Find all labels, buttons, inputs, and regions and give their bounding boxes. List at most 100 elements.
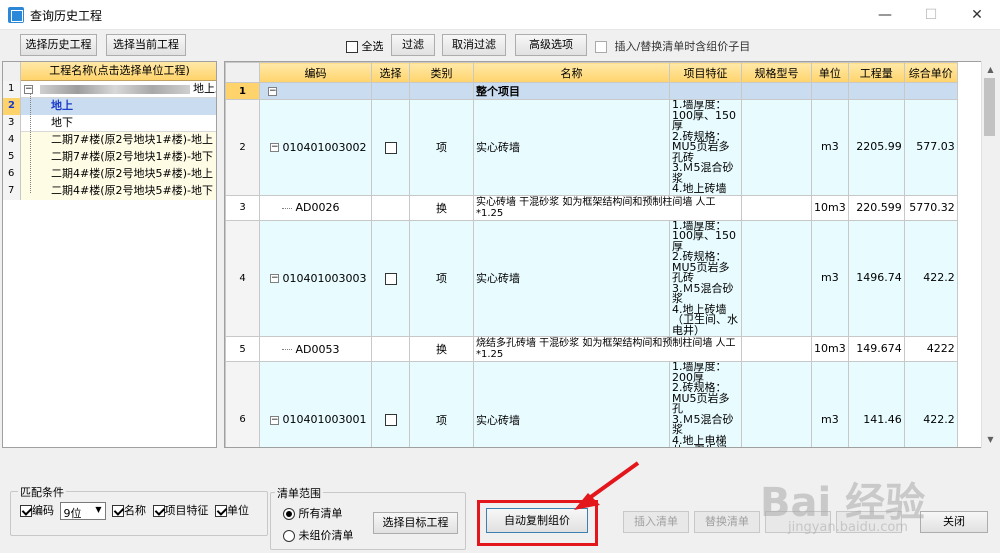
tree-row[interactable]: 3 地下 [3, 115, 216, 132]
col-header-spec[interactable]: 规格型号 [741, 62, 812, 83]
collapse-icon[interactable]: − [270, 274, 279, 284]
scrollbar-thumb[interactable] [984, 78, 995, 136]
list-scope-legend: 清单范围 [275, 485, 323, 501]
collapse-icon[interactable]: − [270, 143, 279, 153]
row-unit: m3 [811, 99, 849, 196]
col-header-feature[interactable]: 项目特征 [669, 62, 742, 83]
row-number: 1 [225, 82, 260, 100]
select-all-label: 全选 [361, 40, 384, 53]
window-close-button[interactable]: ✕ [954, 0, 1000, 30]
tree-row[interactable]: 5 二期7#楼(原2号地块1#楼)-地下 [3, 149, 216, 166]
col-header-price[interactable]: 综合单价 [903, 62, 958, 83]
col-header-code[interactable]: 编码 [259, 62, 372, 83]
chevron-down-icon[interactable]: ▼ [95, 505, 101, 514]
row-type: 项 [409, 361, 474, 447]
tree-row[interactable]: 2 地上 [3, 98, 216, 115]
match-code-checkbox[interactable] [20, 505, 32, 517]
row-type: 换 [409, 194, 474, 221]
tree-row-num: 6 [3, 166, 21, 183]
app-icon [8, 7, 24, 23]
digits-select[interactable]: 9位 ▼ [59, 502, 106, 520]
tree-row-label: 地上工 [193, 82, 216, 95]
insert-replace-checkbox[interactable]: 插入/替换清单时含组价子目 [595, 38, 750, 54]
col-header-type[interactable]: 类别 [409, 62, 474, 83]
row-code-cell: AD0053 [259, 336, 372, 362]
match-name-label: 名称 [124, 504, 146, 517]
tree-row-label[interactable]: 二期4#楼(原2号地块5#楼)-地上 [21, 166, 216, 183]
row-number: 4 [225, 219, 260, 337]
select-all-checkbox[interactable]: 全选 [346, 38, 384, 54]
scope-all-radio-dot[interactable] [283, 508, 295, 520]
tree-corner [3, 62, 21, 81]
filter-button[interactable]: 过滤 [391, 34, 435, 56]
row-select-checkbox[interactable] [384, 414, 397, 427]
row-name: 烧结多孔砖墙 干混砂浆 如为框架结构间和预制柱间墙 人工*1.25 [473, 336, 742, 362]
row-select-checkbox[interactable] [384, 141, 397, 154]
match-feature-checkbox[interactable] [152, 505, 165, 517]
row-number: 3 [225, 194, 260, 221]
tree-row[interactable]: 7 二期4#楼(原2号地块5#楼)-地下 [3, 183, 216, 200]
table-row[interactable]: 1 − 整个项目 [225, 82, 958, 100]
maximize-button[interactable]: ☐ [908, 0, 954, 30]
select-all-box[interactable] [346, 41, 358, 53]
match-unit-checkbox[interactable] [215, 505, 227, 517]
collapse-icon[interactable]: − [270, 415, 279, 425]
watermark-url: jingyan.baidu.com [788, 520, 908, 535]
row-unit: 10m3 [811, 194, 849, 221]
row-select-cell[interactable] [371, 361, 410, 447]
tree-line [282, 207, 292, 209]
scope-unpriced-radio-dot[interactable] [283, 530, 295, 542]
tree-row-label[interactable]: 二期4#楼(原2号地块5#楼)-地下 [21, 183, 216, 200]
tree-row-label[interactable]: 地下 [21, 115, 216, 132]
advanced-options-button[interactable]: 高级选项 [515, 34, 587, 56]
col-header-qty[interactable]: 工程量 [847, 62, 905, 83]
match-options-row: 编码 9位 ▼ 名称 项目特征 单位 [20, 502, 249, 520]
row-code: AD0053 [295, 342, 340, 356]
col-header-unit[interactable]: 单位 [811, 62, 849, 83]
minimize-button[interactable]: — [862, 0, 908, 30]
row-type: 项 [409, 99, 474, 196]
tree-row-label[interactable]: 地上 [21, 98, 216, 115]
row-code-cell: − 010401003003 [259, 219, 372, 337]
tree-row-num: 5 [3, 149, 21, 166]
tree-row-label[interactable]: 二期7#楼(原2号地块1#楼)-地上 [21, 132, 216, 149]
tree-row-label[interactable]: 二期7#楼(原2号地块1#楼)-地下 [21, 149, 216, 166]
insert-replace-box[interactable] [595, 41, 607, 53]
match-unit-label: 单位 [227, 504, 249, 517]
table-row[interactable]: 6 − 010401003001 项 实心砖墙 1.墙厚度：200厚 2.砖规格：… [225, 361, 958, 447]
bill-table: 编码 选择 类别 名称 项目特征 规格型号 单位 工程量 综合单价 1 − 整个… [225, 62, 958, 447]
match-name-checkbox[interactable] [112, 505, 124, 517]
table-row[interactable]: 5 AD0053 换 烧结多孔砖墙 干混砂浆 如为框架结构间和预制柱间墙 人工*… [225, 336, 958, 362]
tree-row-cell[interactable]: − 地上工 [21, 81, 216, 98]
row-select-cell[interactable] [371, 219, 410, 337]
table-row[interactable]: 3 AD0026 换 实心砖墙 干混砂浆 如为框架结构间和预制柱间墙 人工*1.… [225, 194, 958, 221]
collapse-icon[interactable]: − [268, 87, 277, 96]
row-code: 010401003003 [282, 271, 367, 285]
row-select-cell[interactable] [371, 99, 410, 196]
annotation-arrow-icon [574, 461, 640, 510]
table-row[interactable]: 2 − 010401003002 项 实心砖墙 1.墙厚度：100厚、150厚 2… [225, 99, 958, 196]
collapse-icon[interactable]: − [24, 84, 33, 94]
select-history-button[interactable]: 选择历史工程 [20, 34, 97, 56]
table-row[interactable]: 4 − 010401003003 项 实心砖墙 1.墙厚度：100厚、150厚 2… [225, 219, 958, 337]
window-title: 查询历史工程 [30, 9, 103, 23]
select-current-button[interactable]: 选择当前工程 [106, 34, 186, 56]
row-unit: 10m3 [811, 336, 849, 362]
replace-list-button[interactable]: 替换清单 [694, 511, 760, 533]
col-header-name[interactable]: 名称 [473, 62, 670, 83]
row-code: AD0026 [295, 201, 340, 214]
row-qty: 2205.99 [847, 99, 905, 196]
cancel-filter-button[interactable]: 取消过滤 [442, 34, 506, 56]
scope-unpriced-radio[interactable]: 未组价清单 [283, 527, 354, 543]
scroll-down-icon[interactable]: ▼ [982, 431, 999, 448]
select-target-button[interactable]: 选择目标工程 [373, 512, 458, 534]
row-code-cell: AD0026 [259, 194, 372, 221]
col-header-select[interactable]: 选择 [371, 62, 410, 83]
tree-row[interactable]: 6 二期4#楼(原2号地块5#楼)-地上 [3, 166, 216, 183]
tree-row[interactable]: 1 − 地上工 [3, 81, 216, 98]
scope-all-radio[interactable]: 所有清单 [283, 505, 343, 521]
tree-row[interactable]: 4 二期7#楼(原2号地块1#楼)-地上 [3, 132, 216, 149]
row-collapse-cell[interactable]: − [259, 82, 372, 100]
row-select-checkbox[interactable] [384, 272, 397, 285]
scroll-up-icon[interactable]: ▲ [982, 61, 999, 78]
